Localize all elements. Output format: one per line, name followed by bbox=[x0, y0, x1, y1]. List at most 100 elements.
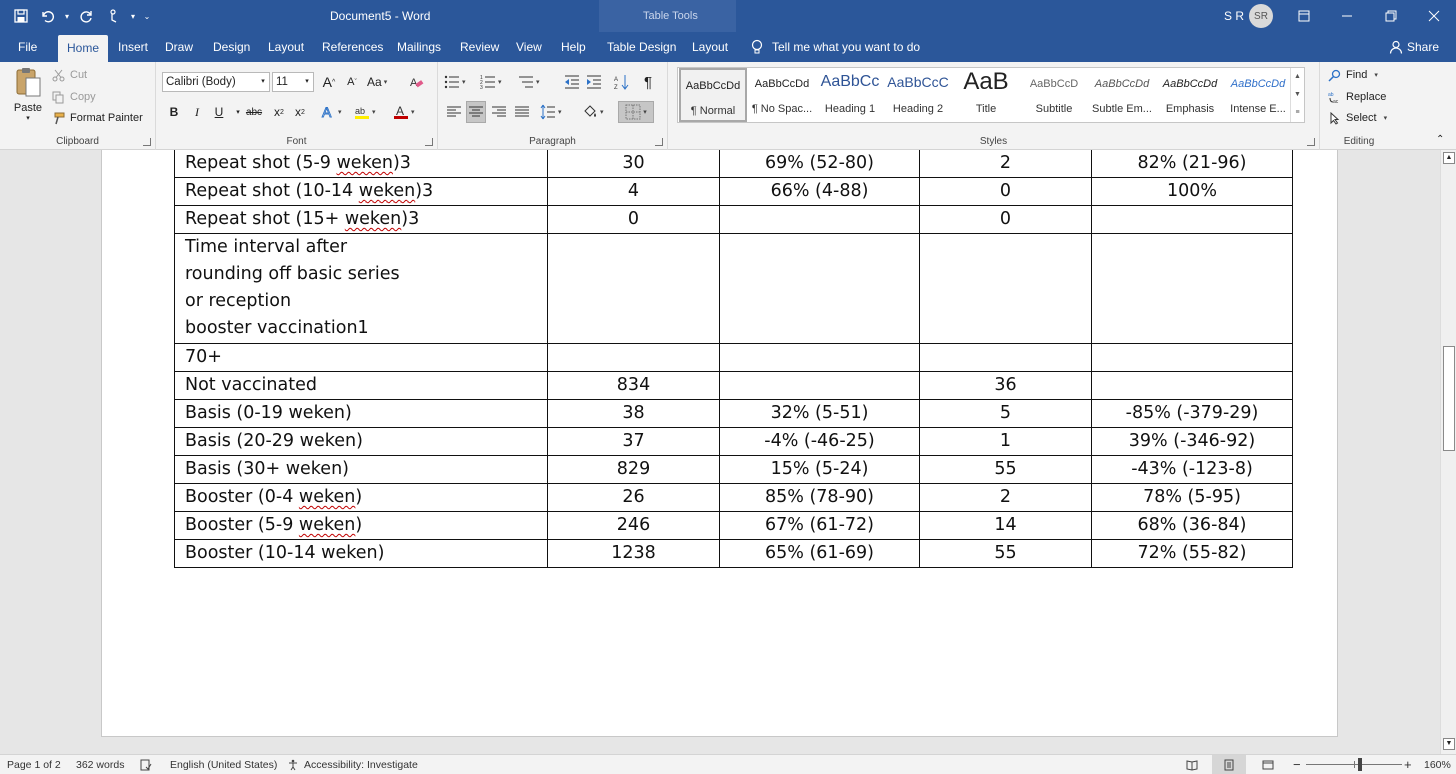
table-cell[interactable]: Booster (0-4 weken) bbox=[174, 483, 548, 512]
numbering-icon[interactable]: 1 2 3 ▾ bbox=[480, 71, 502, 93]
style-emphasis[interactable]: AaBbCcDd Emphasis bbox=[1156, 68, 1224, 122]
zoom-thumb[interactable] bbox=[1358, 758, 1362, 771]
clear-formatting-icon[interactable]: A bbox=[406, 71, 426, 93]
table-cell[interactable] bbox=[919, 233, 1092, 344]
line-spacing-icon[interactable]: ▾ bbox=[540, 101, 562, 123]
font-size-combo[interactable]: 11 ▾ bbox=[272, 72, 314, 92]
table-cell[interactable] bbox=[919, 343, 1092, 372]
table-cell[interactable]: 2 bbox=[919, 150, 1092, 178]
restore-icon[interactable] bbox=[1369, 0, 1413, 32]
spelling-flag[interactable]: weken bbox=[299, 515, 355, 535]
page-count[interactable]: Page 1 of 2 bbox=[7, 755, 61, 774]
gallery-down-icon[interactable]: ▼ bbox=[1291, 86, 1304, 104]
table-cell[interactable]: Not vaccinated bbox=[174, 371, 548, 400]
table-cell[interactable]: -43% (-123-8) bbox=[1091, 455, 1293, 484]
table-cell[interactable]: 0 bbox=[547, 205, 720, 234]
style-heading-1[interactable]: AaBbCc Heading 1 bbox=[816, 68, 884, 122]
table-cell[interactable]: Time interval after rounding off basic s… bbox=[174, 233, 548, 344]
style-subtitle[interactable]: AaBbCcD Subtitle bbox=[1020, 68, 1088, 122]
table-cell[interactable]: 37 bbox=[547, 427, 720, 456]
decrease-indent-icon[interactable] bbox=[562, 71, 582, 93]
styles-launcher-icon[interactable] bbox=[1307, 138, 1315, 146]
table-cell[interactable] bbox=[719, 343, 920, 372]
tab-review[interactable]: Review bbox=[451, 32, 508, 62]
table-cell[interactable]: 36 bbox=[919, 371, 1092, 400]
select-button[interactable]: Select ▾ bbox=[1328, 109, 1387, 127]
save-icon[interactable] bbox=[10, 5, 32, 27]
align-right-icon[interactable] bbox=[489, 101, 509, 123]
scroll-up-icon[interactable]: ▲ bbox=[1443, 152, 1455, 164]
table-cell[interactable]: 246 bbox=[547, 511, 720, 540]
style-intense-emphasis[interactable]: AaBbCcDd Intense E... bbox=[1224, 68, 1292, 122]
superscript-button[interactable]: x2 bbox=[290, 101, 310, 123]
subscript-button[interactable]: x2 bbox=[269, 101, 289, 123]
strikethrough-button[interactable]: abc bbox=[244, 101, 264, 123]
table-cell[interactable]: Basis (30+ weken) bbox=[174, 455, 548, 484]
table-cell[interactable]: -85% (-379-29) bbox=[1091, 399, 1293, 428]
table-cell[interactable] bbox=[1091, 343, 1293, 372]
redo-icon[interactable] bbox=[76, 5, 98, 27]
italic-button[interactable]: I bbox=[187, 101, 207, 123]
zoom-level[interactable]: 160% bbox=[1424, 755, 1451, 774]
change-case-button[interactable]: Aa ▾ bbox=[367, 71, 387, 93]
underline-button[interactable]: U bbox=[209, 101, 229, 123]
style-subtle-emphasis[interactable]: AaBbCcDd Subtle Em... bbox=[1088, 68, 1156, 122]
tab-insert[interactable]: Insert bbox=[109, 32, 157, 62]
table-cell[interactable]: 85% (78-90) bbox=[719, 483, 920, 512]
table-cell[interactable]: 68% (36-84) bbox=[1091, 511, 1293, 540]
bullets-icon[interactable]: ▾ bbox=[444, 71, 466, 93]
table-cell[interactable]: 834 bbox=[547, 371, 720, 400]
find-button[interactable]: Find ▾ bbox=[1328, 66, 1378, 84]
bold-button[interactable]: B bbox=[164, 101, 184, 123]
user-name[interactable]: S R bbox=[1224, 9, 1244, 23]
table-cell[interactable]: 30 bbox=[547, 150, 720, 178]
table-cell[interactable]: 32% (5-51) bbox=[719, 399, 920, 428]
print-layout-icon[interactable] bbox=[1212, 755, 1246, 774]
highlight-icon[interactable]: ab ▾ bbox=[354, 101, 376, 123]
table-cell[interactable]: Repeat shot (10-14 weken)3 bbox=[174, 177, 548, 206]
table-cell[interactable] bbox=[1091, 205, 1293, 234]
borders-icon[interactable]: ▾ bbox=[618, 101, 654, 123]
table-cell[interactable]: 829 bbox=[547, 455, 720, 484]
zoom-slider[interactable] bbox=[1306, 755, 1402, 774]
table-cell[interactable]: 55 bbox=[919, 539, 1092, 568]
table-cell[interactable]: 38 bbox=[547, 399, 720, 428]
style-normal[interactable]: AaBbCcDd ¶ Normal bbox=[679, 68, 747, 122]
table-cell[interactable]: Booster (10-14 weken) bbox=[174, 539, 548, 568]
tab-table-design[interactable]: Table Design bbox=[598, 32, 685, 62]
style-title[interactable]: AaB Title bbox=[952, 68, 1020, 122]
table-cell[interactable] bbox=[547, 343, 720, 372]
undo-icon[interactable] bbox=[36, 5, 58, 27]
increase-indent-icon[interactable] bbox=[584, 71, 604, 93]
tab-view[interactable]: View bbox=[507, 32, 551, 62]
table-cell[interactable]: 4 bbox=[547, 177, 720, 206]
zoom-out-icon[interactable]: − bbox=[1293, 755, 1301, 774]
table-cell[interactable]: 55 bbox=[919, 455, 1092, 484]
table-cell[interactable]: 65% (61-69) bbox=[719, 539, 920, 568]
spelling-flag[interactable]: weken bbox=[359, 181, 415, 201]
zoom-in-icon[interactable]: + bbox=[1404, 755, 1412, 774]
accessibility-status[interactable]: Accessibility: Investigate bbox=[288, 755, 418, 774]
shrink-font-button[interactable]: Aˇ bbox=[342, 71, 362, 93]
table-cell[interactable]: 1238 bbox=[547, 539, 720, 568]
table-cell[interactable]: 39% (-346-92) bbox=[1091, 427, 1293, 456]
font-launcher-icon[interactable] bbox=[425, 138, 433, 146]
style-no-spacing[interactable]: AaBbCcDd ¶ No Spac... bbox=[748, 68, 816, 122]
spelling-flag[interactable]: weken bbox=[336, 153, 392, 173]
vertical-scrollbar[interactable]: ▲ ▼ bbox=[1440, 150, 1456, 754]
table-cell[interactable] bbox=[719, 371, 920, 400]
avatar[interactable]: SR bbox=[1249, 4, 1273, 28]
table-cell[interactable]: Basis (20-29 weken) bbox=[174, 427, 548, 456]
undo-dropdown-icon[interactable]: ▾ bbox=[62, 12, 72, 21]
multilevel-list-icon[interactable]: ▾ bbox=[518, 71, 540, 93]
language-status[interactable]: English (United States) bbox=[170, 755, 277, 774]
tab-design[interactable]: Design bbox=[204, 32, 259, 62]
font-name-combo[interactable]: Calibri (Body) ▾ bbox=[162, 72, 270, 92]
web-layout-icon[interactable] bbox=[1262, 755, 1274, 774]
gallery-more-icon[interactable]: ≡ bbox=[1291, 104, 1304, 122]
read-mode-icon[interactable] bbox=[1186, 755, 1198, 774]
table-cell[interactable]: Repeat shot (15+ weken)3 bbox=[174, 205, 548, 234]
touch-mode-icon[interactable] bbox=[102, 5, 124, 27]
align-left-icon[interactable] bbox=[444, 101, 464, 123]
table-cell[interactable]: 72% (55-82) bbox=[1091, 539, 1293, 568]
